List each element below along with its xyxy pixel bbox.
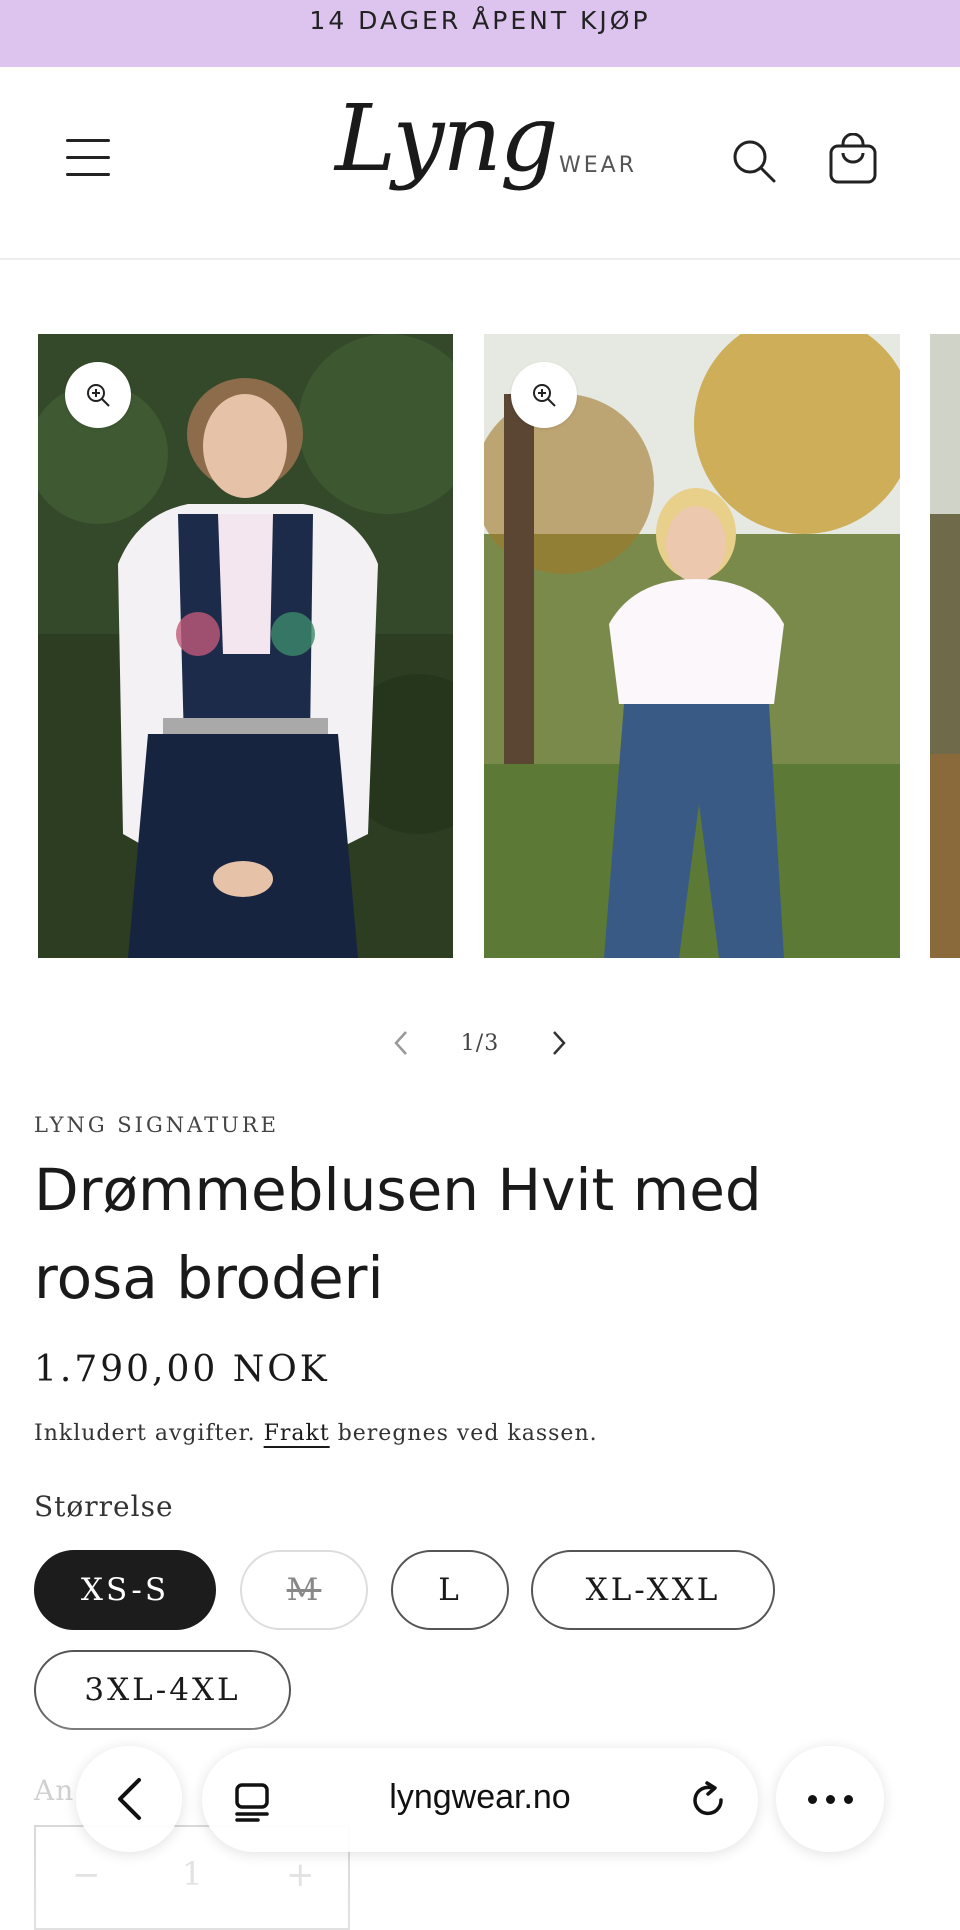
- zoom-in-icon[interactable]: [511, 362, 577, 428]
- hamburger-menu-icon[interactable]: [66, 136, 112, 180]
- size-option-m[interactable]: M: [240, 1550, 368, 1630]
- gallery-pager: 1/3: [0, 1020, 960, 1066]
- more-dots-icon[interactable]: [776, 1746, 884, 1852]
- logo-subtext[interactable]: WEAR: [559, 153, 637, 178]
- size-option-l[interactable]: L: [391, 1550, 509, 1630]
- search-icon[interactable]: [730, 137, 778, 185]
- browser-back-button[interactable]: [76, 1746, 182, 1852]
- tax-prefix: Inkludert avgifter.: [34, 1421, 256, 1446]
- gallery-image-3[interactable]: [930, 334, 960, 958]
- tax-suffix: beregnes ved kassen.: [337, 1421, 598, 1446]
- size-label: Størrelse: [34, 1490, 174, 1523]
- product-title: Drømmeblusen Hvit med rosa broderi: [34, 1156, 762, 1312]
- zoom-in-icon[interactable]: [65, 362, 131, 428]
- product-price: 1.790,00 NOK: [34, 1349, 330, 1390]
- shopping-bag-icon[interactable]: [828, 132, 878, 185]
- logo-text[interactable]: Lyng: [335, 93, 559, 185]
- gallery-counter: 1/3: [460, 1030, 500, 1056]
- announcement-bar: 14 DAGER ÅPENT KJØP: [0, 0, 960, 67]
- chevron-right-icon[interactable]: [539, 1023, 579, 1063]
- chevron-left-icon: [118, 1778, 141, 1820]
- site-header: Lyng WEAR: [0, 67, 960, 260]
- gallery-image-2[interactable]: [484, 334, 900, 958]
- size-option-xs-s[interactable]: XS-S: [34, 1550, 216, 1630]
- reload-icon[interactable]: [688, 1780, 728, 1820]
- announcement-text: 14 DAGER ÅPENT KJØP: [309, 6, 651, 35]
- gallery-image-1[interactable]: [38, 334, 453, 958]
- product-gallery[interactable]: [0, 334, 960, 960]
- browser-address-bar[interactable]: lyngwear.no: [202, 1748, 758, 1852]
- tax-note: Inkludert avgifter. Frakt beregnes ved k…: [34, 1421, 598, 1446]
- chevron-left-icon[interactable]: [381, 1023, 421, 1063]
- product-vendor: LYNG SIGNATURE: [34, 1113, 279, 1137]
- browser-url-text[interactable]: lyngwear.no: [202, 1778, 758, 1817]
- size-option-xl-xxl[interactable]: XL-XXL: [531, 1550, 775, 1630]
- shipping-link[interactable]: Frakt: [264, 1421, 330, 1446]
